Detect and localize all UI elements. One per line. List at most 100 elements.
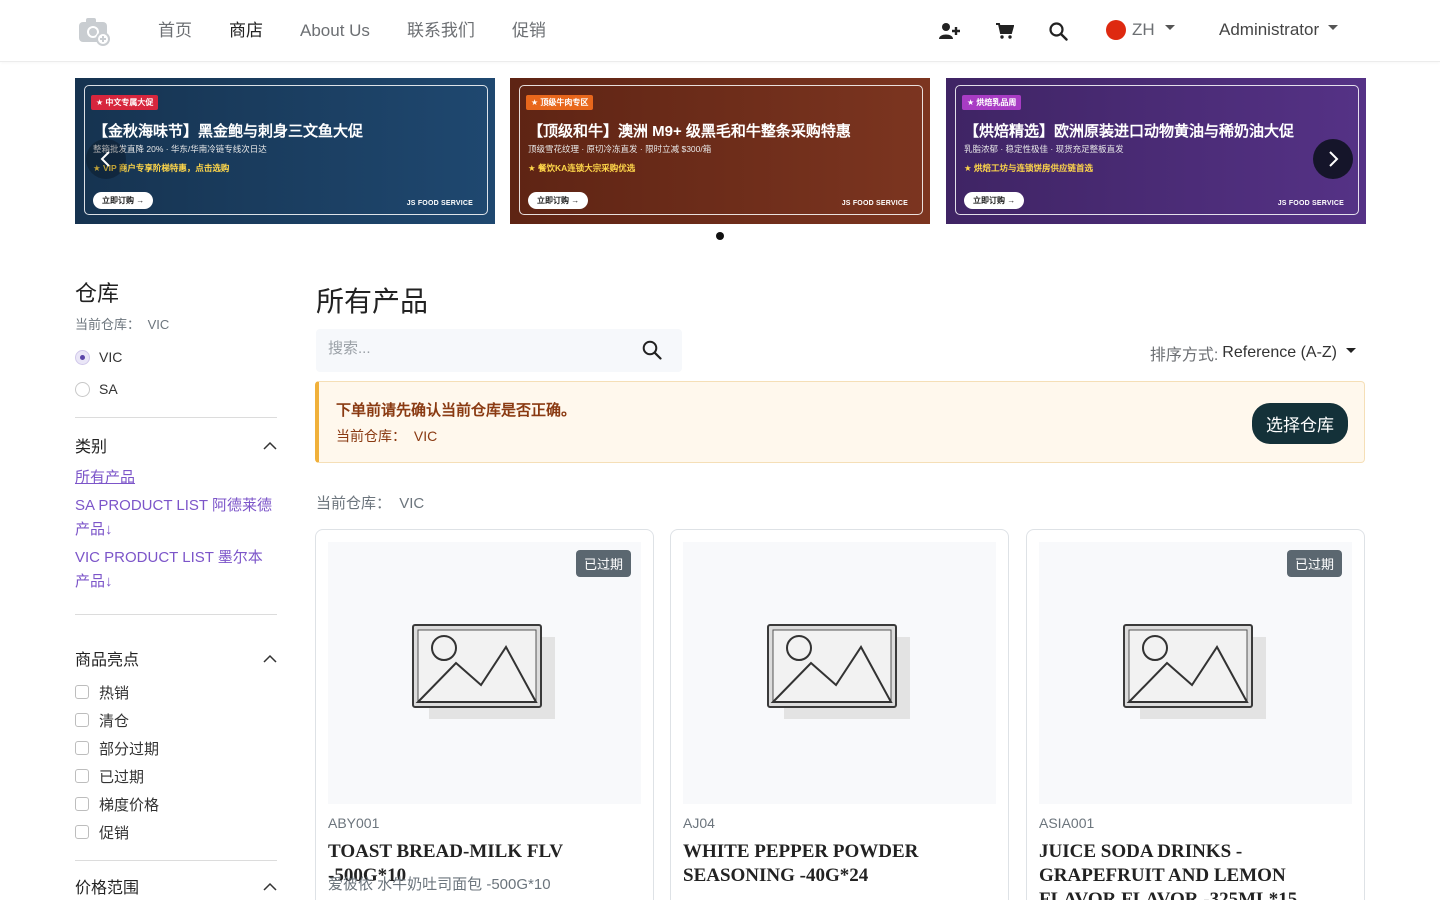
category-heading: 类别 bbox=[75, 439, 108, 456]
main-nav: 首页 商店 About Us 联系我们 促销 bbox=[158, 20, 546, 42]
banner-title: 【烘焙精选】欧洲原装进口动物黄油与稀奶油大促 bbox=[964, 123, 1295, 140]
image-placeholder-icon bbox=[767, 624, 910, 719]
category-section-header[interactable]: 类别 bbox=[75, 434, 277, 456]
nav-home[interactable]: 首页 bbox=[158, 20, 192, 42]
banner-brand: JS FOOD SERVICE bbox=[406, 200, 473, 207]
filter-clearance[interactable]: 清仓 bbox=[75, 706, 277, 734]
checkbox-label: 促销 bbox=[99, 824, 130, 842]
search-icon[interactable] bbox=[642, 340, 662, 360]
divider bbox=[75, 417, 277, 418]
page-title: 所有产品 bbox=[316, 287, 429, 318]
category-vic-list[interactable]: VIC PRODUCT LIST 墨尔本产品↓ bbox=[75, 546, 277, 594]
radio-checked[interactable] bbox=[75, 349, 90, 365]
banner-tag: ★ 中文专属大促 bbox=[91, 95, 159, 110]
sort-label: 排序方式: bbox=[1149, 347, 1219, 364]
warehouse-option-label: VIC bbox=[99, 349, 123, 365]
product-card[interactable]: AJ04 WHITE PEPPER POWDER SEASONING -40G*… bbox=[670, 529, 1009, 900]
filter-hot-sale[interactable]: 热销 bbox=[75, 678, 277, 706]
divider bbox=[75, 860, 277, 861]
carousel-prev-button[interactable] bbox=[86, 139, 126, 179]
alert-title: 下单前请先确认当前仓库是否正确。 bbox=[336, 402, 577, 419]
image-placeholder-icon bbox=[1123, 624, 1266, 719]
language-selector[interactable]: ZH bbox=[1106, 20, 1175, 40]
product-image[interactable] bbox=[328, 542, 641, 804]
current-warehouse-value: VIC bbox=[399, 495, 425, 512]
category-all[interactable]: 所有产品 bbox=[75, 466, 277, 490]
radio-unchecked[interactable] bbox=[75, 381, 90, 397]
china-flag-icon bbox=[1106, 20, 1126, 40]
banner-highlight: ★ 烘焙工坊与连锁饼房供应链首选 bbox=[964, 163, 1093, 173]
banner-order-button[interactable]: 立即订购 → bbox=[93, 192, 154, 209]
checkbox[interactable] bbox=[75, 713, 89, 727]
nav-contact[interactable]: 联系我们 bbox=[407, 20, 475, 42]
user-menu[interactable]: Administrator bbox=[1219, 20, 1339, 40]
banner-brand: JS FOOD SERVICE bbox=[1277, 200, 1344, 207]
filter-promotion[interactable]: 促销 bbox=[75, 818, 277, 846]
promo-banner-3[interactable]: ★ 烘焙乳品周 【烘焙精选】欧洲原装进口动物黄油与稀奶油大促 乳脂浓郁 · 稳定… bbox=[946, 78, 1366, 224]
price-section-header[interactable]: 价格范围 bbox=[75, 875, 277, 897]
warehouse-heading: 仓库 bbox=[75, 281, 120, 306]
checkbox-label: 热销 bbox=[99, 684, 130, 702]
search-icon[interactable] bbox=[1047, 20, 1069, 42]
image-placeholder-icon bbox=[412, 624, 555, 719]
filter-tiered-price[interactable]: 梯度价格 bbox=[75, 790, 277, 818]
category-sa-list[interactable]: SA PRODUCT LIST 阿德莱德产品↓ bbox=[75, 494, 277, 542]
carousel-indicator[interactable] bbox=[716, 232, 724, 240]
chevron-down-icon bbox=[1164, 24, 1175, 30]
warehouse-option-label: SA bbox=[99, 381, 118, 397]
chevron-up-icon[interactable] bbox=[263, 441, 277, 450]
search-input[interactable] bbox=[328, 340, 628, 357]
checkbox-label: 已过期 bbox=[99, 768, 145, 786]
filter-sidebar: 仓库 当前仓库： VIC VIC SA 类别 所有产品 SA PRODUCT L… bbox=[75, 280, 277, 897]
product-name-zh: 爱彼依 水牛奶吐司面包 -500G*10 bbox=[328, 876, 551, 893]
price-heading: 价格范围 bbox=[75, 880, 140, 897]
product-card[interactable]: 已过期 ABY001 TOAST BREAD-MILK FLV -500G*10… bbox=[315, 529, 654, 900]
product-sku: AJ04 bbox=[683, 815, 715, 831]
top-navbar: 首页 商店 About Us 联系我们 促销 ZH Administrator bbox=[0, 0, 1440, 62]
product-name[interactable]: WHITE PEPPER POWDER SEASONING -40G*24 bbox=[683, 840, 996, 888]
alert-current-warehouse: 当前仓库： VIC bbox=[336, 426, 437, 446]
warehouse-option-vic[interactable]: VIC bbox=[75, 341, 277, 373]
expired-badge: 已过期 bbox=[1286, 550, 1342, 577]
banner-order-button[interactable]: 立即订购 → bbox=[964, 192, 1025, 209]
warehouse-option-sa[interactable]: SA bbox=[75, 373, 277, 405]
filter-expired[interactable]: 已过期 bbox=[75, 762, 277, 790]
checkbox[interactable] bbox=[75, 769, 89, 783]
sort-dropdown[interactable]: 排序方式: Reference (A-Z) bbox=[1150, 341, 1356, 365]
product-search bbox=[316, 329, 682, 372]
chevron-up-icon[interactable] bbox=[263, 654, 277, 663]
user-name: Administrator bbox=[1219, 20, 1320, 39]
product-image[interactable] bbox=[1039, 542, 1352, 804]
banner-subtitle: 乳脂浓郁 · 稳定性极佳 · 现货充足整板直发 bbox=[964, 144, 1124, 154]
product-name[interactable]: JUICE SODA DRINKS - GRAPEFRUIT AND LEMON… bbox=[1039, 840, 1352, 900]
chevron-up-icon[interactable] bbox=[263, 882, 277, 891]
highlight-section-header[interactable]: 商品亮点 bbox=[75, 647, 277, 669]
add-user-icon[interactable] bbox=[938, 20, 962, 42]
current-warehouse-value: VIC bbox=[147, 317, 170, 332]
checkbox[interactable] bbox=[75, 825, 89, 839]
current-warehouse: 当前仓库： VIC bbox=[75, 314, 277, 333]
highlight-heading: 商品亮点 bbox=[75, 652, 140, 669]
camera-logo-icon[interactable] bbox=[78, 16, 112, 46]
carousel-next-button[interactable] bbox=[1313, 139, 1353, 179]
nav-shop[interactable]: 商店 bbox=[229, 20, 263, 42]
banner-highlight: ★ 餐饮KA连锁大宗采购优选 bbox=[528, 163, 636, 173]
nav-promotions[interactable]: 促销 bbox=[512, 20, 546, 42]
promo-banner-2[interactable]: ★ 顶级牛肉专区 【顶级和牛】澳洲 M9+ 级黑毛和牛整条采购特惠 顶级雪花纹理… bbox=[510, 78, 930, 224]
product-card[interactable]: 已过期 ASIA001 JUICE SODA DRINKS - GRAPEFRU… bbox=[1026, 529, 1365, 900]
checkbox[interactable] bbox=[75, 797, 89, 811]
select-warehouse-button[interactable]: 选择仓库 bbox=[1252, 403, 1348, 444]
filter-partially-expired[interactable]: 部分过期 bbox=[75, 734, 277, 762]
cart-icon[interactable] bbox=[994, 20, 1016, 42]
checkbox[interactable] bbox=[75, 741, 89, 755]
product-image[interactable] bbox=[683, 542, 996, 804]
banner-title: 【金秋海味节】黑金鲍与刺身三文鱼大促 bbox=[93, 123, 364, 140]
banner-subtitle: 顶级雪花纹理 · 原切冷冻直发 · 限时立减 $300/箱 bbox=[528, 144, 712, 154]
banner-order-button[interactable]: 立即订购 → bbox=[528, 192, 589, 209]
checkbox[interactable] bbox=[75, 685, 89, 699]
current-warehouse-label: 当前仓库： bbox=[75, 317, 141, 332]
nav-about[interactable]: About Us bbox=[300, 20, 370, 42]
promo-banner-1[interactable]: ★ 中文专属大促 【金秋海味节】黑金鲍与刺身三文鱼大促 整箱批发直降 20% ·… bbox=[75, 78, 495, 224]
chevron-left-icon bbox=[100, 151, 110, 167]
warehouse-alert: 下单前请先确认当前仓库是否正确。 当前仓库： VIC 选择仓库 bbox=[315, 381, 1365, 463]
